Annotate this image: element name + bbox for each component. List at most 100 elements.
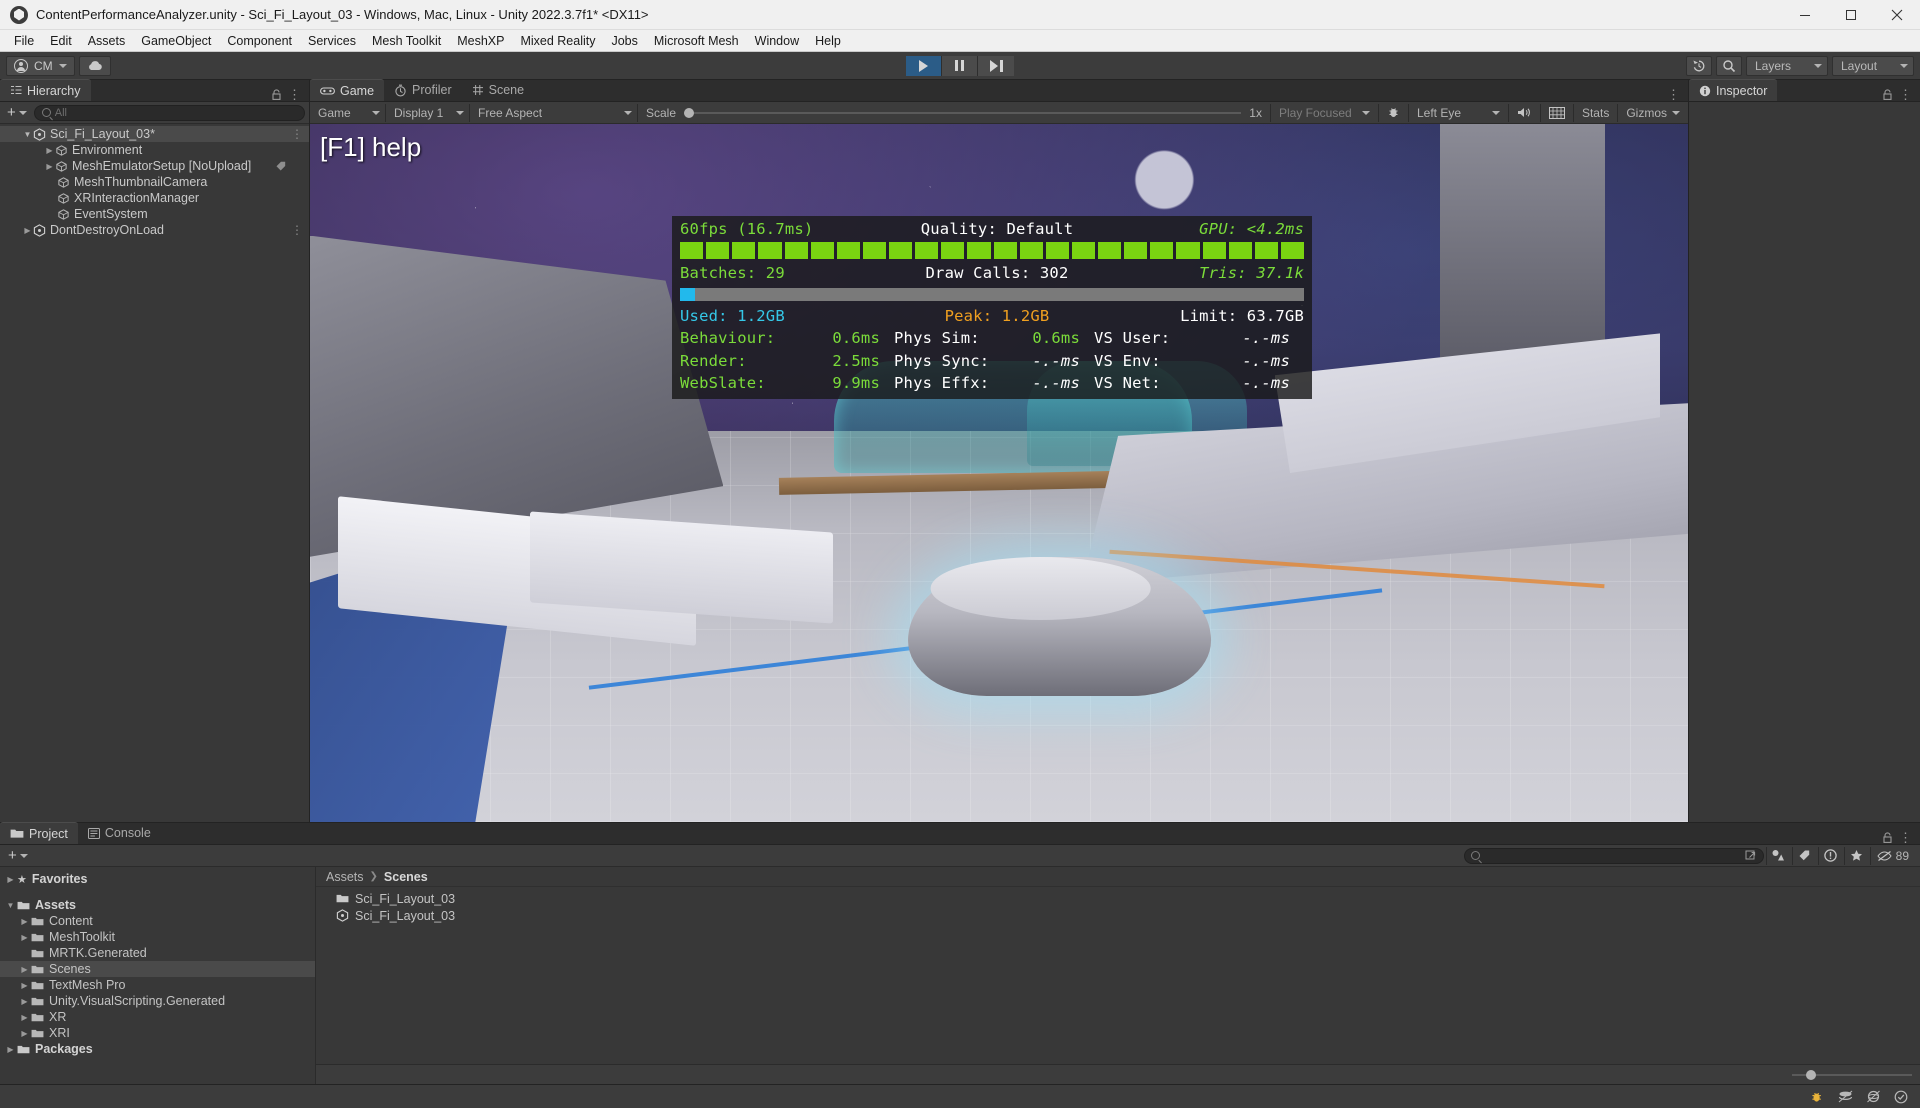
project-tree-item-textmesh-pro[interactable]: ▶ TextMesh Pro	[0, 977, 315, 993]
menu-assets[interactable]: Assets	[80, 31, 134, 51]
search-icon[interactable]	[1716, 55, 1742, 76]
tab-hierarchy[interactable]: Hierarchy	[0, 79, 91, 101]
hidden-count[interactable]: 89	[1869, 846, 1915, 865]
project-tree-item-unity-visualscripting-generated[interactable]: ▶ Unity.VisualScripting.Generated	[0, 993, 315, 1009]
project-tree-item-mrtk-generated[interactable]: MRTK.Generated	[0, 945, 315, 961]
kebab-menu-icon[interactable]: ⋮	[1899, 831, 1912, 844]
chevron-right-icon[interactable]: ▶	[44, 162, 55, 171]
tab-scene[interactable]: Scene	[462, 79, 534, 101]
account-button[interactable]: CM	[6, 55, 75, 76]
menu-microsoft-mesh[interactable]: Microsoft Mesh	[646, 31, 747, 51]
add-gameobject-button[interactable]: +	[4, 105, 30, 120]
kebab-menu-icon[interactable]: ⋮	[288, 88, 301, 101]
kebab-menu-icon[interactable]: ⋮	[291, 223, 303, 237]
project-tree-item-assets[interactable]: ▼ Assets	[0, 897, 315, 913]
menu-meshxp[interactable]: MeshXP	[449, 31, 512, 51]
project-tree-item-meshtoolkit[interactable]: ▶ MeshToolkit	[0, 929, 315, 945]
project-tree-item-content[interactable]: ▶ Content	[0, 913, 315, 929]
step-button[interactable]	[978, 55, 1014, 76]
chevron-right-icon[interactable]: ▶	[18, 933, 31, 942]
project-tree-item-favorites[interactable]: ▶ ★ Favorites	[0, 871, 315, 887]
display-mode-dropdown[interactable]: Game	[310, 103, 386, 122]
hierarchy-item-meshthumbnailcamera[interactable]: MeshThumbnailCamera	[0, 174, 309, 190]
hierarchy-item-meshemulatorsetup[interactable]: ▶ MeshEmulatorSetup [NoUpload]	[0, 158, 309, 174]
chevron-right-icon[interactable]: ▶	[18, 981, 31, 990]
minimize-icon[interactable]	[1782, 0, 1828, 30]
hierarchy-item-environment[interactable]: ▶ Environment	[0, 142, 309, 158]
menu-component[interactable]: Component	[219, 31, 300, 51]
mute-audio-button[interactable]	[1507, 103, 1540, 122]
hierarchy-search-input[interactable]: All	[33, 104, 305, 121]
project-tree-item-packages[interactable]: ▶ Packages	[0, 1041, 315, 1057]
menu-help[interactable]: Help	[807, 31, 849, 51]
menu-mixed-reality[interactable]: Mixed Reality	[512, 31, 603, 51]
scale-control[interactable]: Scale 1x	[638, 106, 1270, 120]
project-item-scene[interactable]: Sci_Fi_Layout_03	[316, 907, 1920, 924]
layers-stack-icon[interactable]	[1832, 1087, 1858, 1107]
chevron-right-icon[interactable]: ▶	[44, 146, 55, 155]
check-circle-icon[interactable]	[1888, 1087, 1914, 1107]
menu-window[interactable]: Window	[747, 31, 807, 51]
chevron-right-icon[interactable]: ▶	[4, 875, 17, 884]
thumbnail-zoom-slider[interactable]	[1792, 1069, 1912, 1080]
lock-icon[interactable]	[1882, 88, 1893, 101]
lock-icon[interactable]	[271, 88, 282, 101]
eye-mode-dropdown[interactable]: Left Eye	[1407, 103, 1508, 122]
chevron-down-icon[interactable]: ▼	[4, 901, 17, 910]
chevron-down-icon[interactable]: ▼	[22, 130, 33, 139]
play-button[interactable]	[906, 55, 942, 76]
kebab-menu-icon[interactable]: ⋮	[1899, 88, 1912, 101]
chevron-right-icon[interactable]: ▶	[22, 226, 33, 235]
project-tree-item-xri[interactable]: ▶ XRI	[0, 1025, 315, 1041]
favorite-star-icon[interactable]	[1843, 846, 1868, 865]
layout-dropdown[interactable]: Layout	[1832, 55, 1914, 76]
menu-jobs[interactable]: Jobs	[603, 31, 645, 51]
game-render-canvas[interactable]: [F1] help 60fps (16.7ms) Quality: Defaul…	[310, 124, 1688, 822]
chevron-right-icon[interactable]: ▶	[18, 997, 31, 1006]
breadcrumb-root[interactable]: Assets	[326, 870, 364, 884]
create-asset-button[interactable]: +	[5, 848, 31, 863]
layers-dropdown[interactable]: Layers	[1746, 55, 1828, 76]
pause-button[interactable]	[942, 55, 978, 76]
scale-slider-knob[interactable]	[684, 107, 695, 118]
chevron-right-icon[interactable]: ▶	[18, 965, 31, 974]
tab-inspector[interactable]: Inspector	[1689, 79, 1778, 101]
stats-button[interactable]: Stats	[1572, 103, 1617, 122]
project-item-folder[interactable]: Sci_Fi_Layout_03	[316, 890, 1920, 907]
undo-history-icon[interactable]	[1686, 55, 1712, 76]
tab-console[interactable]: Console	[78, 822, 161, 844]
gizmos-dropdown[interactable]: Gizmos	[1617, 103, 1688, 122]
menu-file[interactable]: File	[6, 31, 42, 51]
bug-icon[interactable]	[1377, 103, 1408, 122]
cloud-button[interactable]	[78, 55, 111, 76]
warning-icon[interactable]	[1817, 846, 1842, 865]
tab-game[interactable]: Game	[310, 79, 385, 101]
no-preview-icon[interactable]	[1860, 1087, 1886, 1107]
chevron-right-icon[interactable]: ▶	[18, 917, 31, 926]
project-tree-item-xr[interactable]: ▶ XR	[0, 1009, 315, 1025]
menu-edit[interactable]: Edit	[42, 31, 80, 51]
aspect-dropdown[interactable]: Free Aspect	[470, 103, 638, 122]
bug-yellow-icon[interactable]	[1804, 1087, 1830, 1107]
asset-filter-icon[interactable]	[1765, 846, 1790, 865]
hierarchy-item-xrinteractionmanager[interactable]: XRInteractionManager	[0, 190, 309, 206]
scale-slider[interactable]	[684, 107, 1242, 118]
menu-services[interactable]: Services	[300, 31, 364, 51]
chevron-right-icon[interactable]: ▶	[18, 1029, 31, 1038]
tab-profiler[interactable]: Profiler	[384, 79, 462, 101]
maximize-icon[interactable]	[1828, 0, 1874, 30]
project-search-input[interactable]	[1463, 847, 1764, 864]
kebab-menu-icon[interactable]: ⋮	[1667, 88, 1680, 101]
menu-mesh-toolkit[interactable]: Mesh Toolkit	[364, 31, 449, 51]
lock-icon[interactable]	[1882, 831, 1893, 844]
close-icon[interactable]	[1874, 0, 1920, 30]
hierarchy-item-dontdestroyonload[interactable]: ▶ DontDestroyOnLoad ⋮	[0, 222, 309, 238]
thumbnail-zoom-knob[interactable]	[1806, 1069, 1816, 1080]
chevron-right-icon[interactable]: ▶	[18, 1013, 31, 1022]
hierarchy-item-sci-fi-layout-03[interactable]: ▼ Sci_Fi_Layout_03* ⋮	[0, 126, 309, 142]
chevron-right-icon[interactable]: ▶	[4, 1045, 17, 1054]
stats-grid-icon[interactable]	[1539, 103, 1573, 122]
play-mode-dropdown[interactable]: Play Focused	[1269, 103, 1378, 122]
label-tag-icon[interactable]	[1791, 846, 1816, 865]
tab-project[interactable]: Project	[0, 822, 78, 844]
